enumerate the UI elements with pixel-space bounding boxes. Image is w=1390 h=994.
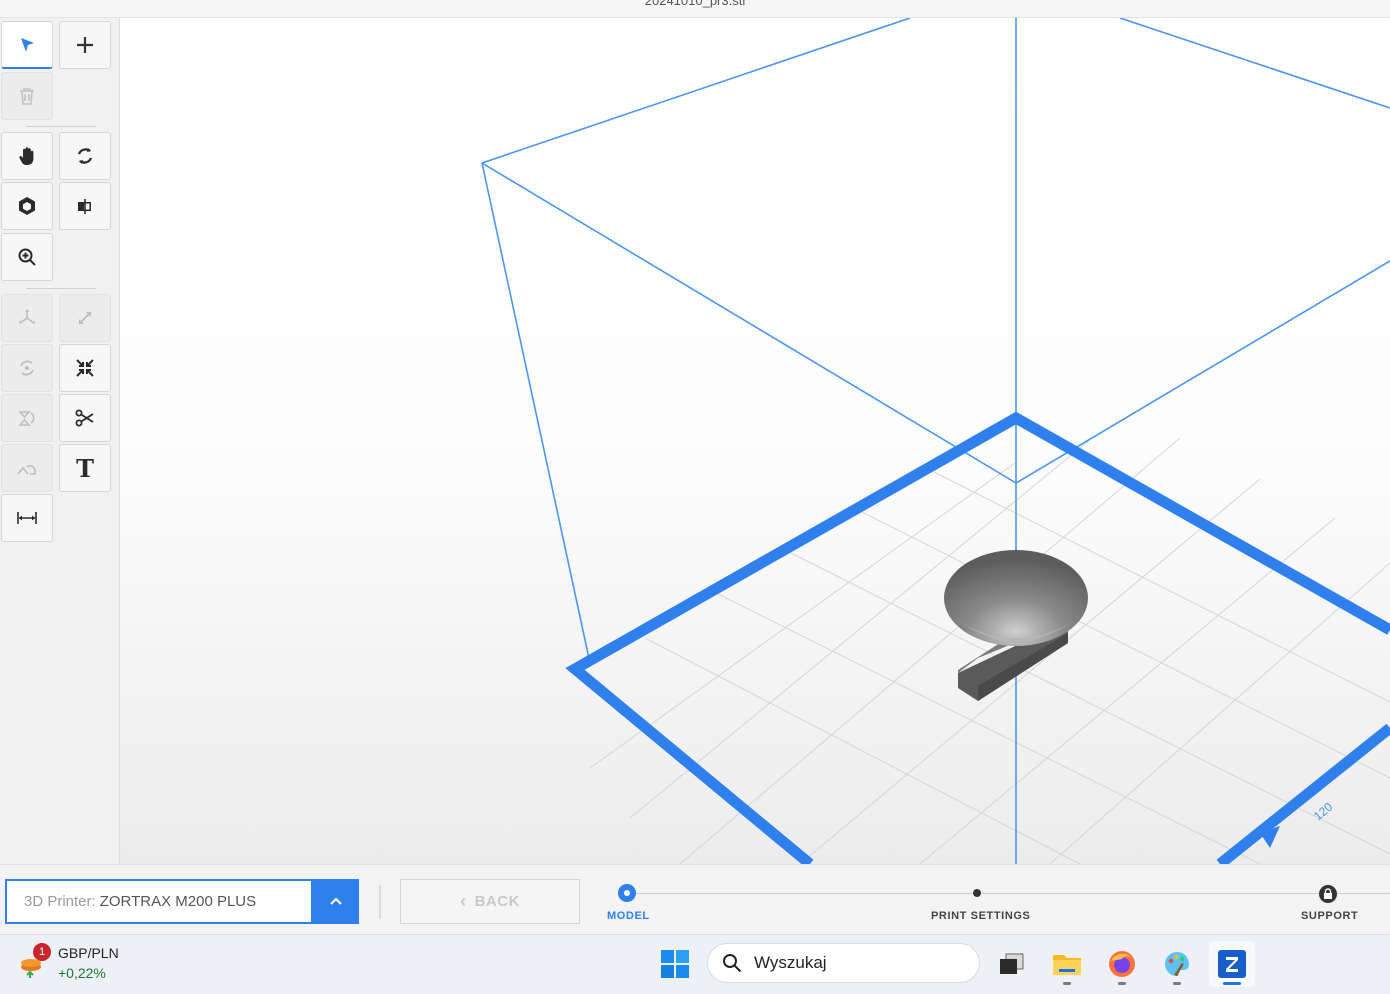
firefox-button[interactable] xyxy=(1099,941,1145,987)
cube-icon xyxy=(19,197,35,215)
move-tool[interactable] xyxy=(1,294,53,342)
place-on-face-tool[interactable] xyxy=(1,444,53,492)
place-face-icon xyxy=(17,465,36,475)
orbit-icon xyxy=(77,148,93,164)
step-print-settings-label[interactable]: PRINT SETTINGS xyxy=(931,910,1030,922)
folder-icon xyxy=(1053,955,1081,975)
step-support-label[interactable]: SUPPORT xyxy=(1301,910,1358,922)
mirror-icon xyxy=(18,411,35,426)
plus-icon xyxy=(77,37,93,53)
step-model-label[interactable]: MODEL xyxy=(607,910,650,922)
search-icon xyxy=(723,954,742,973)
paint-button[interactable] xyxy=(1154,941,1200,987)
scale-tool[interactable] xyxy=(59,294,111,342)
delete-button[interactable] xyxy=(1,72,53,120)
measure-icon xyxy=(17,512,37,524)
running-indicator xyxy=(1118,982,1126,985)
pan-tool[interactable] xyxy=(1,132,53,180)
rotate-icon xyxy=(20,360,34,376)
scale-icon xyxy=(78,311,92,325)
rotate-tool[interactable] xyxy=(1,344,53,392)
widget-change: +0,22% xyxy=(58,965,106,981)
axis-label: 120 xyxy=(1311,799,1336,823)
move-icon xyxy=(19,309,35,324)
z-suite-button[interactable] xyxy=(1209,941,1255,987)
view-side-icon xyxy=(78,199,91,214)
widget-currency[interactable]: 1 GBP/PLN +0,22% xyxy=(0,935,140,994)
running-indicator xyxy=(1173,982,1181,985)
step-print-settings-indicator[interactable] xyxy=(972,888,982,898)
build-platform xyxy=(565,411,1390,864)
running-indicator xyxy=(1223,982,1241,985)
view-cube-button[interactable] xyxy=(1,182,53,230)
orbit-tool[interactable] xyxy=(59,132,111,180)
text-tool[interactable]: T xyxy=(59,444,111,492)
measure-tool[interactable] xyxy=(1,494,53,542)
task-view-button[interactable] xyxy=(988,941,1034,987)
zoom-in-icon xyxy=(18,248,36,266)
running-indicator xyxy=(1063,982,1071,985)
z-suite-icon xyxy=(1218,950,1246,978)
firefox-icon xyxy=(1109,951,1135,977)
task-view-icon xyxy=(1000,953,1024,974)
taskbar: 1 GBP/PLN +0,22% Wyszukaj xyxy=(0,934,1390,994)
windows-logo-icon xyxy=(661,950,689,978)
zoom-tool[interactable] xyxy=(1,233,53,281)
cursor-arrow-icon xyxy=(21,37,34,52)
mirror-tool[interactable] xyxy=(1,394,53,442)
scissors-icon xyxy=(75,409,94,427)
taskbar-search[interactable]: Wyszukaj xyxy=(707,943,980,983)
lock-icon[interactable] xyxy=(1318,884,1338,904)
scene: 120 xyxy=(481,18,1390,864)
title-bar: 20241010_pr3.stl xyxy=(0,0,1390,18)
3d-viewport[interactable]: 120 xyxy=(120,18,1390,864)
build-volume xyxy=(481,18,1390,864)
window-title: 20241010_pr3.stl xyxy=(644,0,746,8)
stepper-line xyxy=(627,893,1390,894)
paint-palette-icon xyxy=(1165,952,1189,976)
bottom-bar: 3D Printer: ZORTRAX M200 PLUS ‹ BACK MOD… xyxy=(0,864,1390,935)
toolbar-divider xyxy=(26,126,96,127)
text-icon: T xyxy=(76,453,94,483)
trash-icon xyxy=(20,88,34,105)
step-model-indicator[interactable] xyxy=(616,882,638,904)
add-model-button[interactable] xyxy=(59,21,111,69)
toolbar-divider xyxy=(26,288,96,289)
search-placeholder: Wyszukaj xyxy=(754,953,827,972)
hand-icon xyxy=(19,147,34,165)
view-front-button[interactable] xyxy=(59,182,111,230)
workflow-stepper: MODEL PRINT SETTINGS SUPPORT xyxy=(0,865,1390,935)
left-toolbar: T xyxy=(0,18,120,864)
select-tool[interactable] xyxy=(1,21,53,69)
notification-badge: 1 xyxy=(33,943,51,961)
arrange-icon xyxy=(76,359,94,377)
file-explorer-button[interactable] xyxy=(1044,941,1090,987)
start-button[interactable] xyxy=(652,941,698,987)
cut-tool[interactable] xyxy=(59,394,111,442)
auto-arrange-button[interactable] xyxy=(59,344,111,392)
platform-front-edge xyxy=(1216,723,1390,864)
widget-title: GBP/PLN xyxy=(58,945,119,961)
